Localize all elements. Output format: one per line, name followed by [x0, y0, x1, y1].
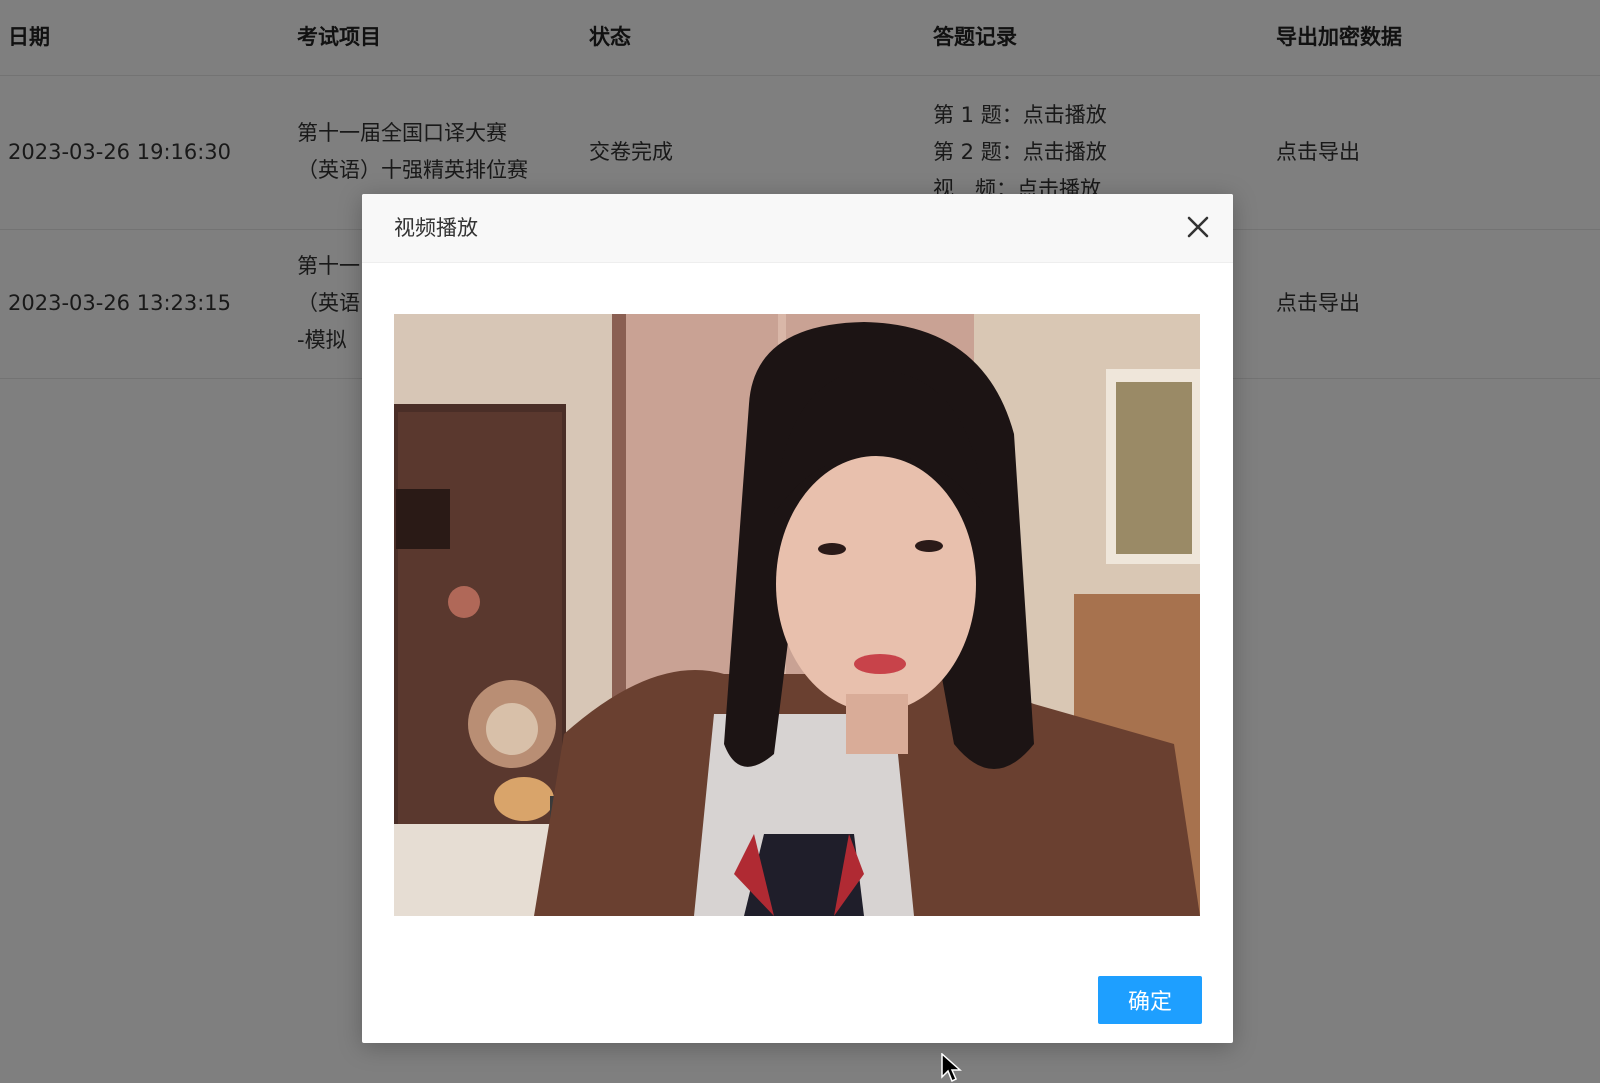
video-player[interactable] — [394, 314, 1200, 916]
modal-header: 视频播放 — [362, 194, 1233, 263]
video-modal: 视频播放 确定 — [362, 194, 1233, 1043]
confirm-button[interactable]: 确定 — [1098, 976, 1202, 1024]
video-frame — [394, 314, 1200, 916]
close-icon — [1187, 216, 1209, 238]
mouse-pointer-icon — [941, 1053, 962, 1083]
close-button[interactable] — [1185, 214, 1211, 240]
modal-title: 视频播放 — [394, 216, 478, 240]
